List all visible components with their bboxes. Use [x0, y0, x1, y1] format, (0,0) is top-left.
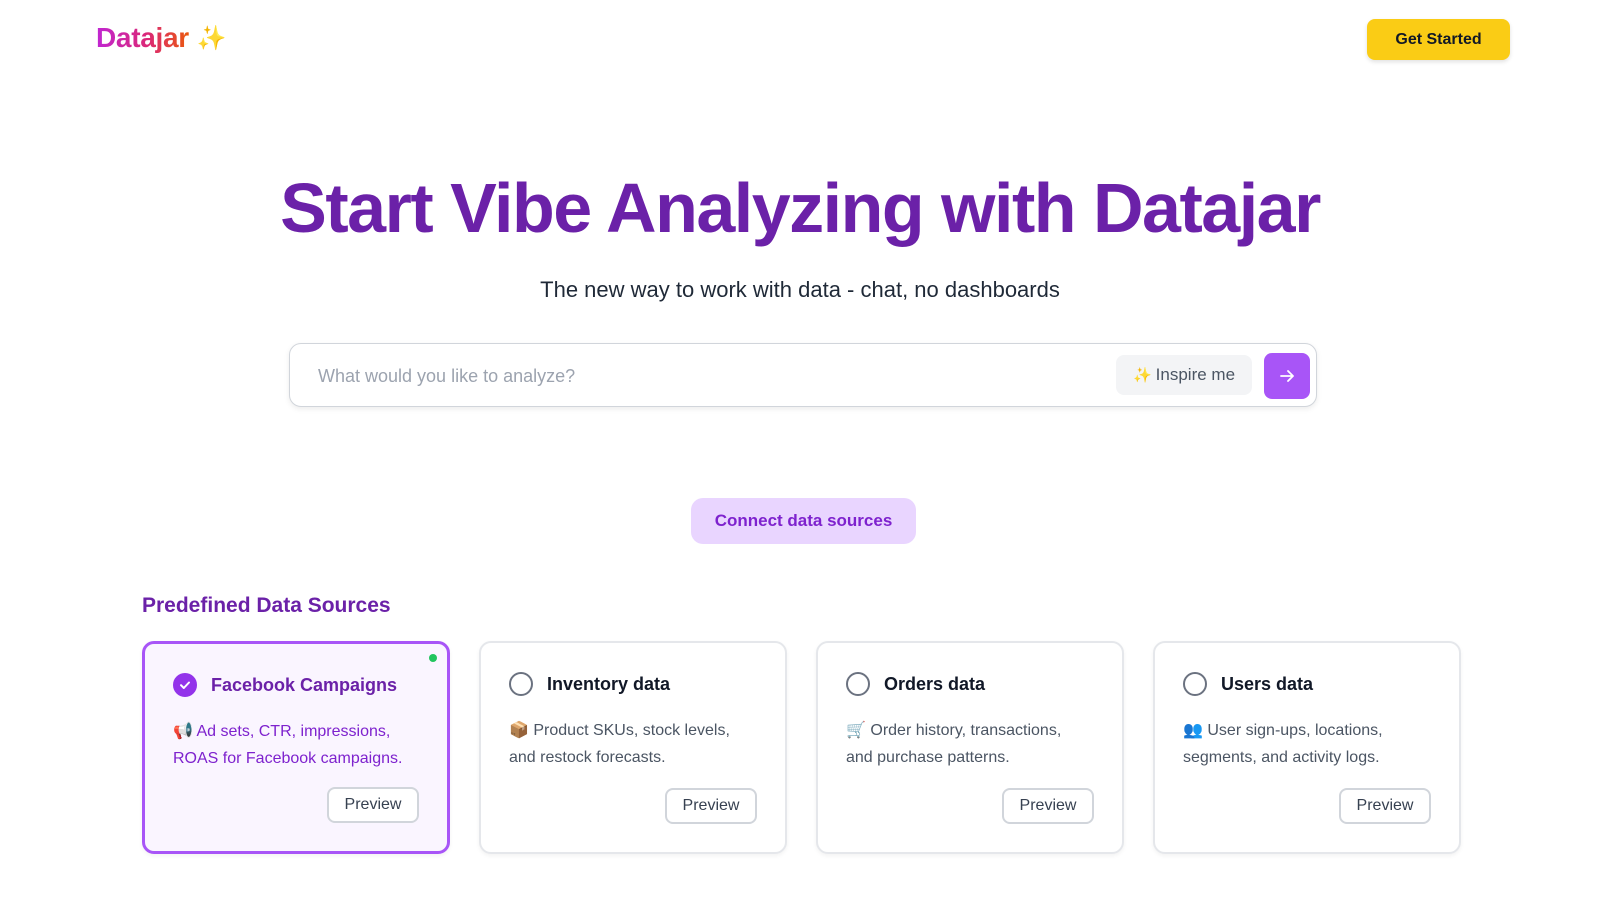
section-title: Predefined Data Sources	[142, 594, 391, 617]
preview-button[interactable]: Preview	[1339, 788, 1431, 824]
card-title: Users data	[1221, 673, 1314, 694]
card-description: 🛒 Order history, transactions, and purch…	[846, 717, 1094, 771]
preview-button[interactable]: Preview	[1002, 788, 1094, 824]
megaphone-icon: 📢	[173, 723, 193, 740]
card-title: Orders data	[884, 673, 986, 694]
card-description-text: User sign-ups, locations, segments, and …	[1183, 722, 1383, 766]
card-description: 👥 User sign-ups, locations, segments, an…	[1183, 717, 1431, 771]
arrow-right-icon	[1280, 370, 1294, 382]
radio-icon[interactable]	[1183, 672, 1207, 696]
preview-button[interactable]: Preview	[665, 788, 757, 824]
card-description: 📦 Product SKUs, stock levels, and restoc…	[509, 717, 757, 771]
shopping-cart-icon: 🛒	[846, 722, 866, 739]
sparkle-icon: ✨	[1132, 367, 1152, 384]
card-description: 📢 Ad sets, CTR, impressions, ROAS for Fa…	[173, 718, 419, 772]
radio-icon[interactable]	[846, 672, 870, 696]
analyze-input[interactable]	[318, 364, 1078, 388]
sparkle-icon: ✨	[196, 24, 227, 52]
logo-text: Datajar	[96, 22, 189, 53]
data-source-card-orders[interactable]: Orders data 🛒 Order history, transaction…	[816, 641, 1124, 854]
data-source-card-users[interactable]: Users data 👥 User sign-ups, locations, s…	[1153, 641, 1461, 854]
hero-subtitle: The new way to work with data - chat, no…	[540, 277, 1060, 302]
data-source-card-facebook[interactable]: Facebook Campaigns 📢 Ad sets, CTR, impre…	[142, 641, 450, 854]
inspire-me-label: Inspire me	[1155, 365, 1236, 384]
package-icon: 📦	[509, 722, 529, 739]
card-title: Facebook Campaigns	[211, 674, 398, 695]
users-icon: 👥	[1183, 722, 1203, 739]
card-title: Inventory data	[547, 673, 671, 694]
search-bar: ✨ Inspire me	[289, 343, 1317, 407]
get-started-button[interactable]: Get Started	[1367, 19, 1510, 60]
logo[interactable]: Datajar ✨	[96, 22, 227, 54]
preview-button[interactable]: Preview	[327, 787, 419, 823]
top-bar: Datajar ✨ Get Started	[0, 0, 1600, 80]
inspire-me-button[interactable]: ✨ Inspire me	[1116, 355, 1252, 395]
status-dot	[429, 654, 437, 662]
card-description-text: Product SKUs, stock levels, and restock …	[509, 722, 730, 766]
connect-data-sources-button[interactable]: Connect data sources	[691, 498, 916, 544]
hero-title: Start Vibe Analyzing with Datajar	[280, 169, 1321, 247]
submit-button[interactable]	[1264, 353, 1310, 399]
card-description-text: Order history, transactions, and purchas…	[846, 722, 1062, 766]
card-description-text: Ad sets, CTR, impressions, ROAS for Face…	[173, 723, 403, 767]
data-source-card-inventory[interactable]: Inventory data 📦 Product SKUs, stock lev…	[479, 641, 787, 854]
radio-icon[interactable]	[509, 672, 533, 696]
selected-check-icon[interactable]	[173, 673, 197, 697]
data-source-list: Facebook Campaigns 📢 Ad sets, CTR, impre…	[142, 641, 1462, 854]
